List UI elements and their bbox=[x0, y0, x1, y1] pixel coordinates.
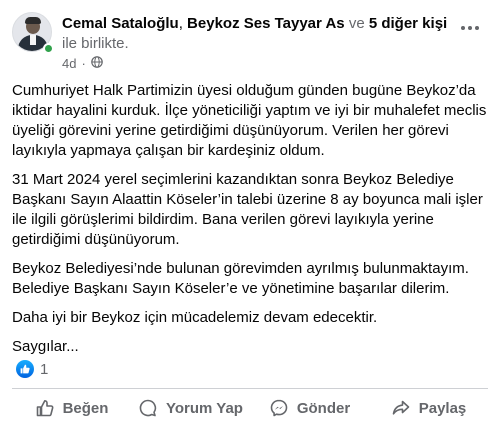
post-paragraph: 31 Mart 2024 yerel seçimlerini kazandıkt… bbox=[12, 171, 483, 248]
actions-divider bbox=[12, 388, 488, 389]
online-status-dot bbox=[43, 43, 54, 54]
post-paragraph: Daha iyi bir Beykoz için mücadelemiz dev… bbox=[12, 309, 378, 326]
facebook-post: Cemal Sataloğlu, Beykoz Ses Tayyar As ve… bbox=[0, 0, 500, 432]
connector-text: ve bbox=[348, 15, 365, 32]
post-paragraph: Beykoz Belediyesi’nde bulunan görevimden… bbox=[12, 260, 469, 297]
post-meta: 4d · bbox=[62, 56, 103, 72]
comment-bubble-icon bbox=[138, 398, 158, 418]
thumbs-up-icon bbox=[35, 398, 55, 418]
share-label: Paylaş bbox=[418, 399, 467, 417]
tagged-others-link[interactable]: 5 diğer kişi bbox=[369, 15, 447, 32]
comment-label: Yorum Yap bbox=[166, 399, 243, 417]
share-button[interactable]: Paylaş bbox=[369, 392, 488, 424]
messenger-icon bbox=[269, 398, 289, 418]
with-text: ile birlikte. bbox=[62, 35, 129, 52]
like-label: Beğen bbox=[62, 399, 109, 417]
post-header-text: Cemal Sataloğlu, Beykoz Ses Tayyar As ve… bbox=[62, 15, 448, 52]
more-options-button[interactable] bbox=[452, 16, 488, 40]
post-paragraph: Cumhuriyet Halk Partimizin üyesi olduğum… bbox=[12, 82, 487, 159]
send-button[interactable]: Gönder bbox=[250, 392, 369, 424]
post-paragraph: Saygılar... bbox=[12, 338, 79, 355]
send-label: Gönder bbox=[296, 399, 351, 417]
like-button[interactable]: Beğen bbox=[12, 392, 131, 424]
post-header: Cemal Sataloğlu, Beykoz Ses Tayyar As ve… bbox=[12, 12, 488, 72]
post-body: Cumhuriyet Halk Partimizin üyesi olduğum… bbox=[12, 81, 488, 366]
tagged-person[interactable]: Beykoz Ses Tayyar As bbox=[187, 15, 345, 32]
more-dots-icon bbox=[461, 26, 465, 30]
author-name[interactable]: Cemal Sataloğlu bbox=[62, 15, 179, 32]
share-arrow-icon bbox=[391, 398, 411, 418]
reaction-count: 1 bbox=[40, 360, 49, 378]
comment-button[interactable]: Yorum Yap bbox=[131, 392, 250, 424]
globe-icon bbox=[91, 56, 103, 72]
post-time[interactable]: 4d bbox=[62, 56, 76, 72]
post-actions-bar: Beğen Yorum Yap Gönder Paylaş bbox=[12, 392, 488, 424]
reaction-summary[interactable]: 1 bbox=[16, 360, 48, 378]
like-icon bbox=[16, 360, 34, 378]
